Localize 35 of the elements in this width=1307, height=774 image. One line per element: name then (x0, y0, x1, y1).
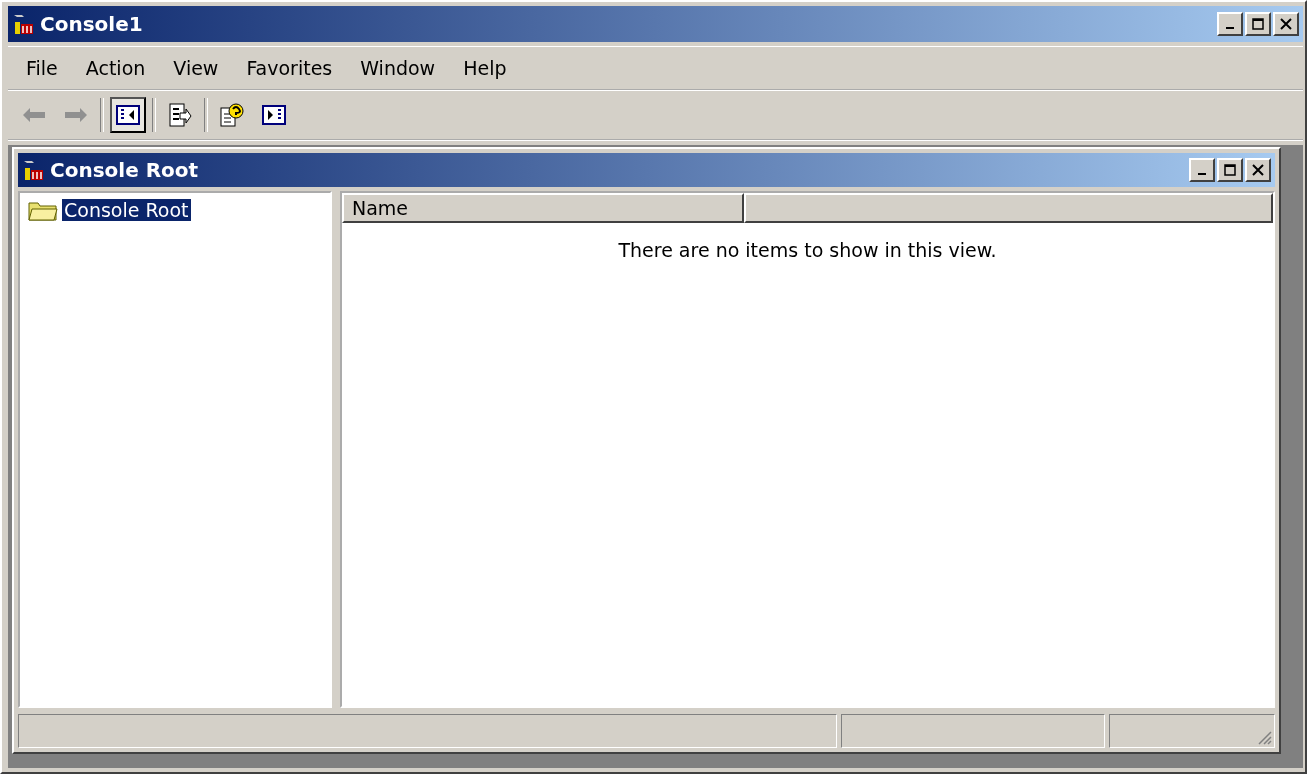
window-title: Console1 (40, 12, 144, 36)
menu-item[interactable]: File (14, 53, 70, 83)
column-header[interactable]: Name (342, 193, 744, 223)
show-tree-icon (116, 105, 140, 125)
maximize-icon (1224, 164, 1236, 176)
menu-item[interactable]: Window (348, 53, 448, 83)
toolbar-button[interactable] (110, 97, 146, 133)
empty-message: There are no items to show in this view. (617, 239, 998, 261)
menu-item[interactable]: Help (451, 53, 519, 83)
maximize-button[interactable] (1245, 12, 1271, 36)
menu-item[interactable]: View (161, 53, 231, 83)
menu-item[interactable]: Action (73, 53, 158, 83)
child-window-title: Console Root (50, 158, 200, 182)
minimize-button[interactable] (1189, 158, 1215, 182)
show-action-pane-icon (262, 105, 286, 125)
close-icon (1280, 18, 1292, 30)
folder-icon (28, 199, 58, 221)
toolbox-icon (22, 158, 44, 182)
close-icon (1252, 164, 1264, 176)
forward-arrow-icon (64, 107, 88, 123)
maximize-icon (1252, 18, 1264, 30)
minimize-icon (1198, 173, 1206, 175)
back-arrow-icon (22, 107, 46, 123)
tree-item[interactable]: Console Root (62, 199, 191, 221)
close-button[interactable] (1273, 12, 1299, 36)
help-icon (219, 102, 245, 128)
column-header[interactable] (744, 193, 1273, 223)
close-button[interactable] (1245, 158, 1271, 182)
export-list-icon (168, 103, 192, 127)
minimize-icon (1226, 27, 1234, 29)
maximize-button[interactable] (1217, 158, 1243, 182)
toolbox-icon (12, 12, 34, 36)
menu-item[interactable]: Favorites (234, 53, 345, 83)
minimize-button[interactable] (1217, 12, 1243, 36)
resize-grip-icon (1256, 729, 1272, 745)
